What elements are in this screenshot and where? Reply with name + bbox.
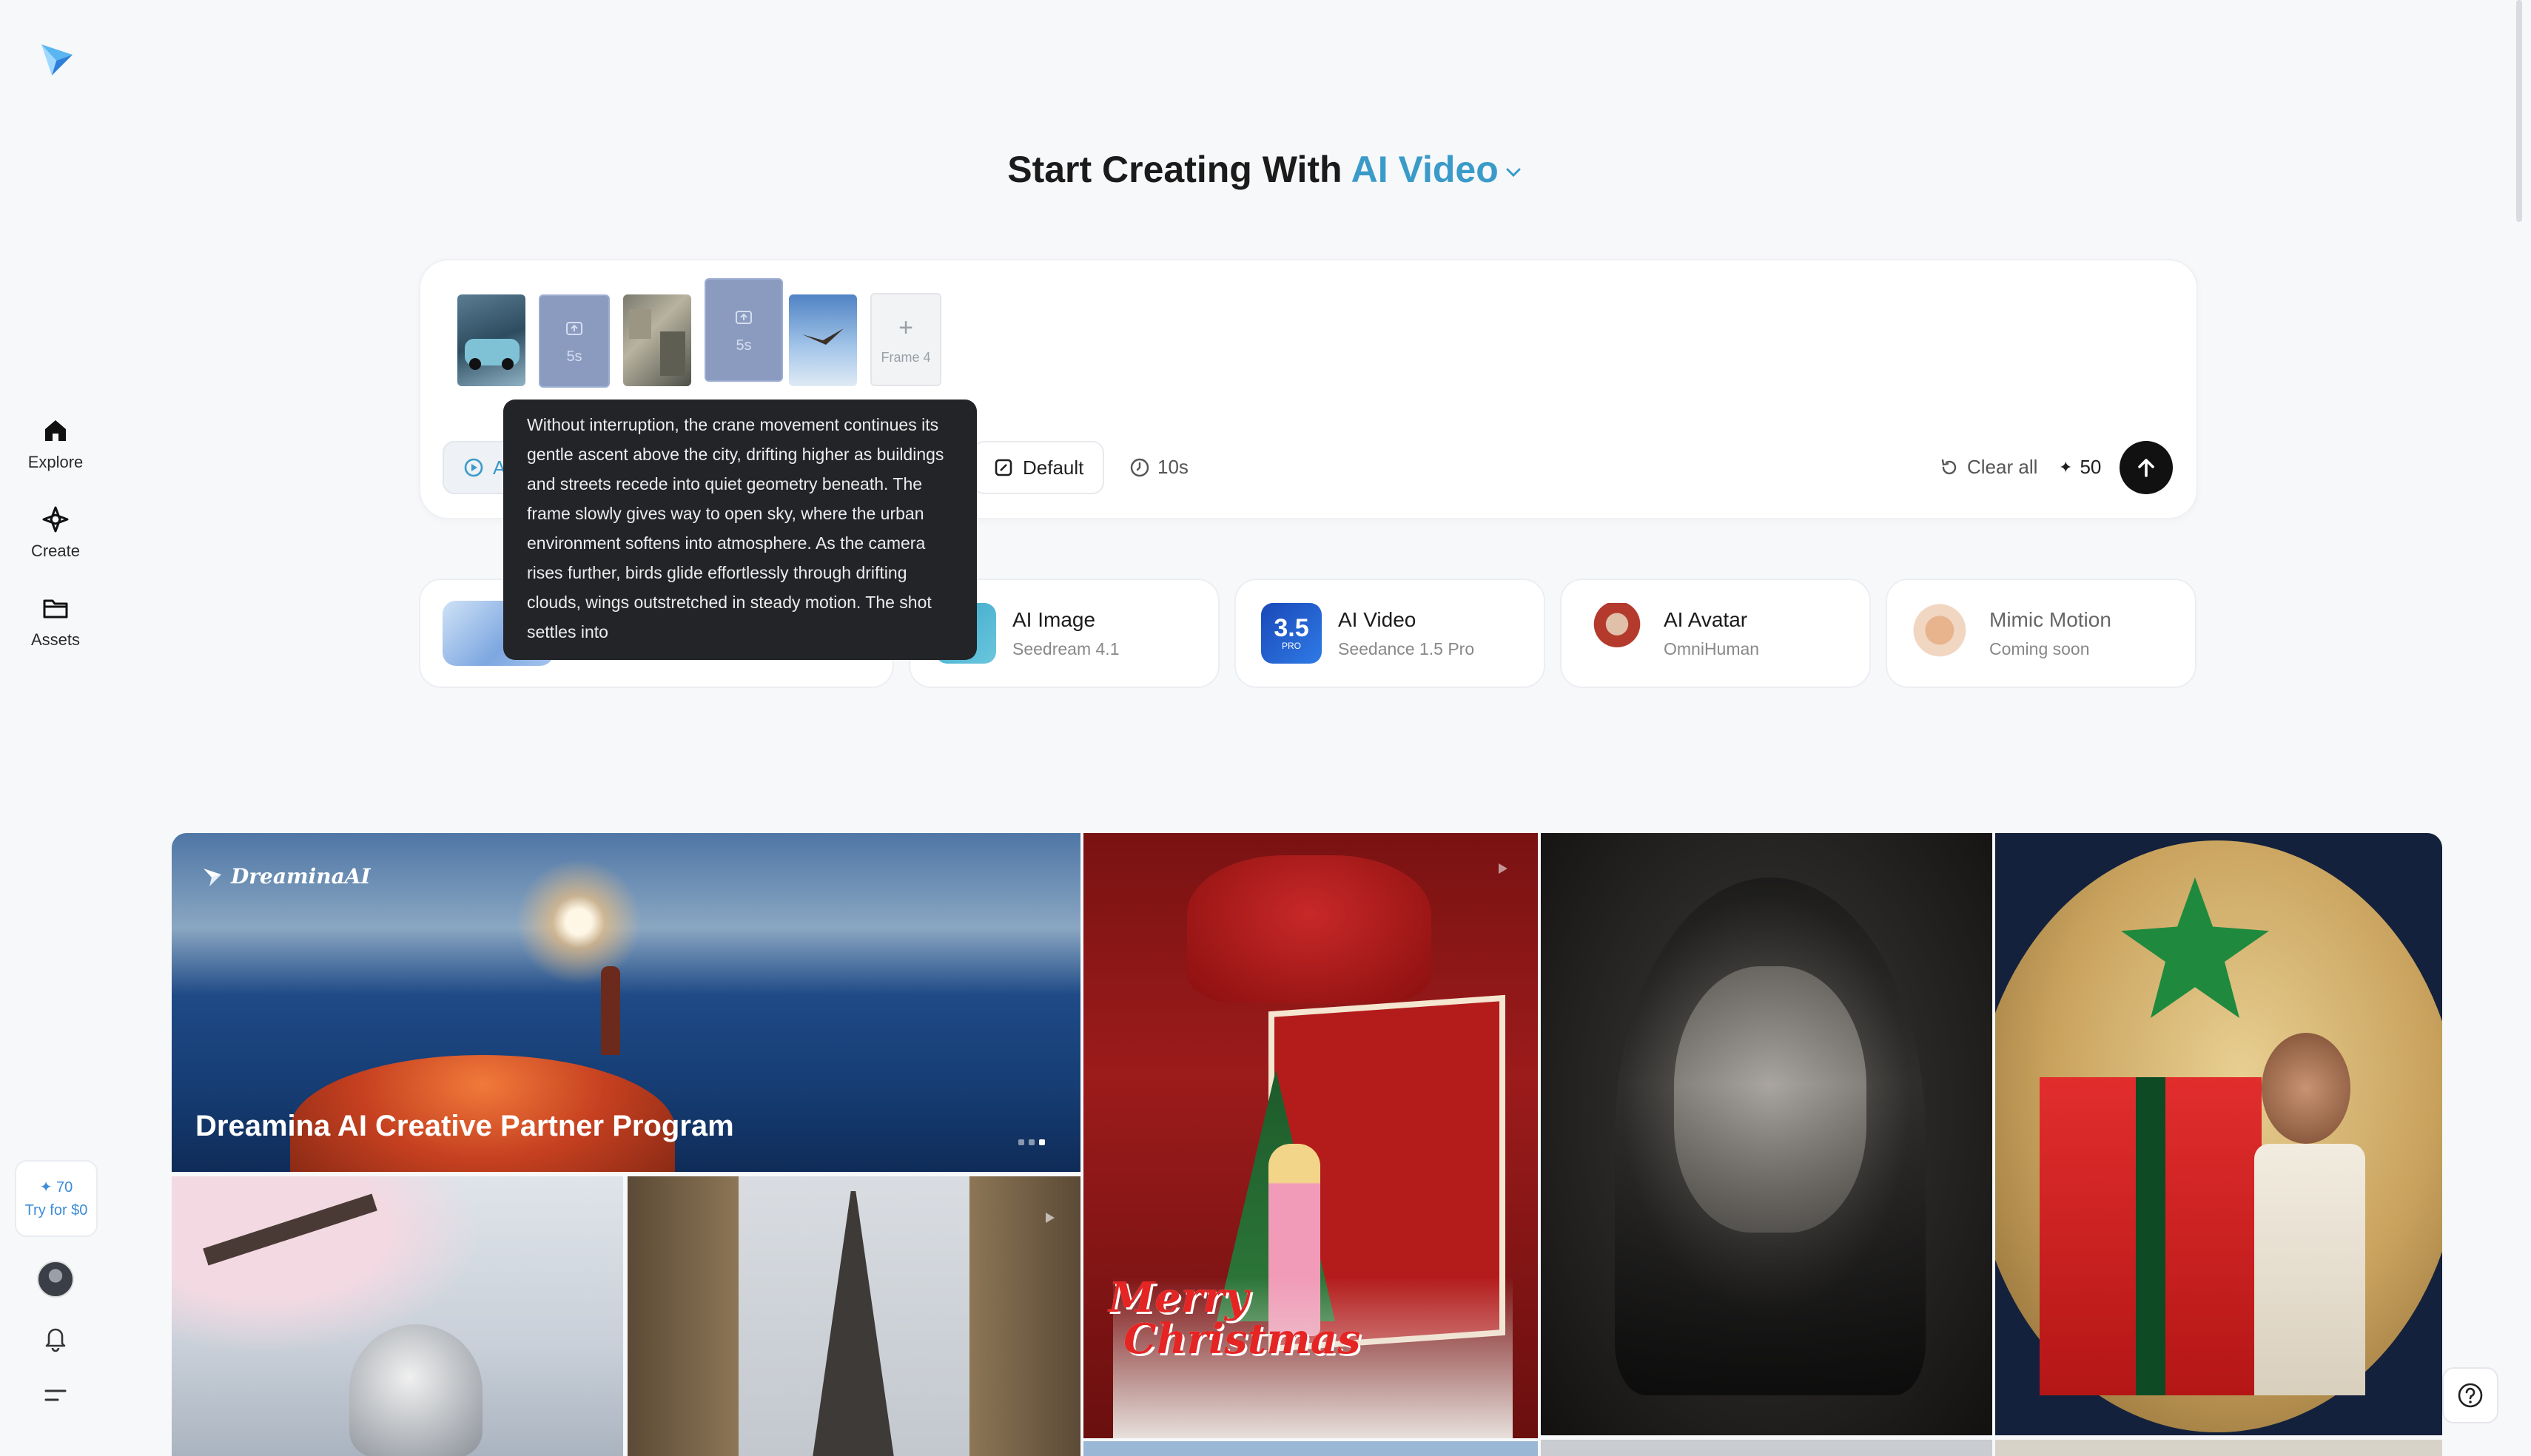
video-icon <box>464 458 483 477</box>
chevron-down-icon <box>1506 168 1521 177</box>
gallery-tile-veiled-portrait[interactable] <box>1541 833 1992 1435</box>
sidebar-item-label: Explore <box>27 453 84 471</box>
aspect-ratio-icon <box>995 459 1012 476</box>
mimic-motion-icon <box>1912 603 1973 664</box>
sidebar-item-create[interactable]: Create <box>15 497 96 568</box>
frame-placeholder-2[interactable]: 5s <box>705 278 783 382</box>
sparkle-icon <box>42 506 69 533</box>
sidebar-item-assets[interactable]: Assets <box>15 586 96 657</box>
tool-card-ai-video[interactable]: 3.5 PRO AI Video Seedance 1.5 Pro <box>1234 579 1545 688</box>
menu-icon[interactable] <box>41 1383 70 1407</box>
try-free-link[interactable]: Try for $0 <box>25 1202 88 1219</box>
seedance-icon: 3.5 PRO <box>1261 603 1322 664</box>
folder-icon <box>43 599 68 619</box>
aspect-ratio-button[interactable]: Default <box>972 441 1105 494</box>
merry-christmas-text: Merry Christmas <box>1109 1273 1361 1364</box>
video-indicator-icon <box>1046 1213 1055 1223</box>
plus-icon: + <box>898 314 913 342</box>
gallery-tile-eiffel-tower[interactable] <box>628 1176 1080 1456</box>
page-scrollbar[interactable] <box>2516 0 2522 222</box>
dreamina-logo[interactable] <box>37 38 77 78</box>
frame-placeholder-1[interactable]: 5s <box>539 294 610 388</box>
sidebar-item-label: Create <box>30 542 81 560</box>
gallery-tile-grey[interactable] <box>1541 1440 1992 1456</box>
image-upload-icon <box>736 310 752 324</box>
help-button[interactable] <box>2442 1367 2498 1423</box>
add-frame-button[interactable]: + Frame 4 <box>870 293 941 386</box>
bell-icon[interactable] <box>41 1324 70 1352</box>
credit-icon: ✦ <box>39 1179 53 1196</box>
generate-button[interactable] <box>2120 441 2173 494</box>
prompt-tooltip: Without interruption, the crane movement… <box>503 400 977 660</box>
banner-title: Dreamina AI Creative Partner Program <box>195 1110 734 1142</box>
gallery-tile-robot-blossom[interactable] <box>172 1176 623 1456</box>
tool-card-mimic-motion[interactable]: Mimic Motion Coming soon <box>1886 579 2196 688</box>
clear-all-button[interactable]: Clear all <box>1939 456 2037 479</box>
user-avatar[interactable] <box>37 1261 74 1298</box>
generation-cost: ✦ 50 <box>2059 456 2102 478</box>
gallery-tile-christmas-card[interactable]: Merry Christmas <box>1083 833 1538 1438</box>
frame-thumbnail-2[interactable] <box>623 294 691 386</box>
mode-selector[interactable]: AI Video <box>1351 149 1524 190</box>
refresh-icon <box>1941 459 1957 474</box>
credits-balance: ✦ 70 <box>39 1179 73 1196</box>
sidebar-item-explore[interactable]: Explore <box>15 408 96 479</box>
duration-button[interactable]: 10s <box>1129 456 1189 479</box>
gallery-tile-gift-portrait[interactable] <box>1995 833 2442 1435</box>
sidebar-item-label: Assets <box>30 630 81 649</box>
tool-card-ai-avatar[interactable]: AI Avatar OmniHuman <box>1560 579 1871 688</box>
arrow-up-icon <box>2138 459 2154 477</box>
credits-trial-box[interactable]: ✦ 70 Try for $0 <box>15 1160 98 1237</box>
gallery-tile-sky[interactable] <box>1083 1441 1538 1456</box>
home-icon <box>45 420 66 441</box>
frame-thumbnail-1[interactable] <box>457 294 525 386</box>
credit-icon: ✦ <box>2059 457 2073 476</box>
image-upload-icon <box>566 321 582 335</box>
video-indicator-icon <box>1499 863 1507 874</box>
dreamina-brand: DreaminaAI <box>201 864 371 889</box>
banner-carousel-dots[interactable] <box>1018 1139 1045 1145</box>
page-title: Start Creating With AI Video <box>0 148 2531 191</box>
gallery-tile-beige[interactable] <box>1995 1440 2442 1456</box>
help-icon <box>2458 1383 2483 1408</box>
avatar-character-icon <box>1587 603 1647 664</box>
frame-thumbnail-3[interactable] <box>789 294 857 386</box>
dreamina-logo-icon <box>204 868 221 886</box>
clock-icon <box>1130 458 1149 476</box>
